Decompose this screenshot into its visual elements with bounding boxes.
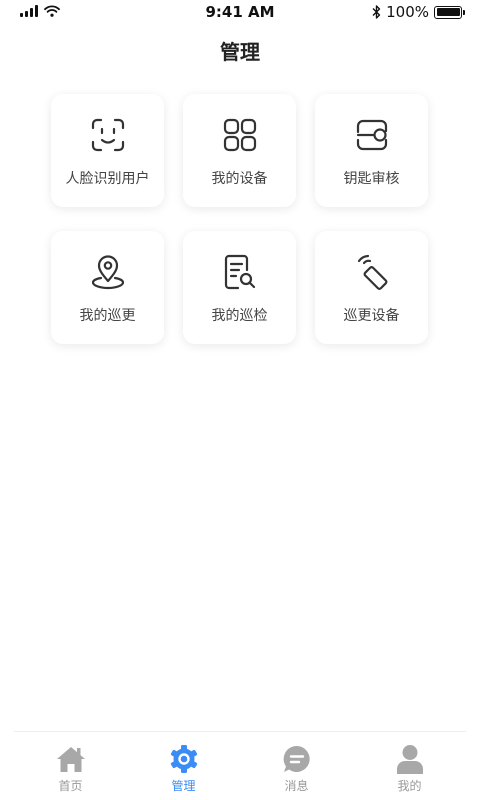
document-search-icon bbox=[224, 254, 255, 290]
card-face-recognition[interactable]: 人脸识别用户 bbox=[51, 94, 164, 207]
card-label: 钥匙审核 bbox=[343, 171, 400, 187]
card-patrol-devices[interactable]: 巡更设备 bbox=[315, 231, 428, 344]
status-bar: 9:41 AM 100% bbox=[0, 0, 480, 24]
card-label: 我的巡更 bbox=[79, 308, 136, 324]
card-label: 人脸识别用户 bbox=[65, 171, 150, 187]
bluetooth-icon bbox=[372, 5, 381, 19]
tab-label: 我的 bbox=[397, 779, 422, 793]
tab-label: 首页 bbox=[58, 779, 83, 793]
battery-percent: 100% bbox=[386, 3, 429, 21]
bottom-tab-bar: 首页 管理 消息 我的 bbox=[14, 731, 466, 800]
grid-apps-icon bbox=[223, 118, 256, 152]
card-key-review[interactable]: 钥匙审核 bbox=[315, 94, 428, 207]
tab-label: 消息 bbox=[284, 779, 309, 793]
page-title: 管理 bbox=[220, 40, 260, 64]
card-label: 我的设备 bbox=[211, 171, 268, 187]
face-scan-icon bbox=[91, 118, 124, 152]
feature-grid: 人脸识别用户 我的设备 钥匙审核 我的巡更 我的巡检 巡更设备 bbox=[51, 94, 429, 344]
tab-profile[interactable]: 我的 bbox=[353, 732, 466, 800]
card-my-devices[interactable]: 我的设备 bbox=[183, 94, 296, 207]
status-right: 100% bbox=[372, 3, 465, 21]
wireless-device-icon bbox=[357, 254, 387, 290]
tab-messages[interactable]: 消息 bbox=[240, 732, 353, 800]
home-icon bbox=[56, 747, 85, 772]
card-my-inspection[interactable]: 我的巡检 bbox=[183, 231, 296, 344]
tab-label: 管理 bbox=[171, 779, 196, 793]
battery-icon bbox=[434, 5, 465, 19]
message-icon bbox=[283, 745, 310, 772]
user-icon bbox=[396, 745, 423, 774]
card-my-patrol[interactable]: 我的巡更 bbox=[51, 231, 164, 344]
card-label: 我的巡检 bbox=[211, 308, 268, 324]
card-label: 巡更设备 bbox=[343, 308, 400, 324]
gear-icon bbox=[170, 745, 197, 773]
key-card-icon bbox=[356, 119, 387, 151]
tab-manage[interactable]: 管理 bbox=[127, 732, 240, 800]
tab-home[interactable]: 首页 bbox=[14, 732, 127, 800]
location-pin-icon bbox=[91, 255, 124, 290]
